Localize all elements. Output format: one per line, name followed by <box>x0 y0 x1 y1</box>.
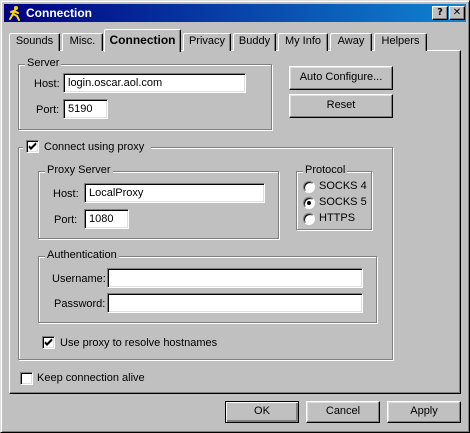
protocol-socks4-radio[interactable] <box>303 181 315 193</box>
authentication-legend: Authentication <box>45 249 119 261</box>
proxy-host-label: Host: <box>53 188 79 200</box>
help-button[interactable]: ? <box>432 6 448 20</box>
proxy-port-label: Port: <box>54 214 78 226</box>
tab-connection[interactable]: Connection <box>104 29 181 52</box>
resolve-hostnames-label[interactable]: Use proxy to resolve hostnames <box>60 337 217 349</box>
tab-privacy[interactable]: Privacy <box>183 33 231 51</box>
server-host-label: Host: <box>34 78 60 90</box>
aim-running-man-icon <box>7 5 23 21</box>
protocol-socks5-label[interactable]: SOCKS 5 <box>319 196 367 208</box>
tab-misc[interactable]: Misc. <box>62 33 103 51</box>
connection-dialog: Connection ? ✕ Sounds Misc. Connection P… <box>0 0 470 433</box>
server-port-input[interactable]: 5190 <box>63 99 108 119</box>
proxy-server-group: Proxy Server <box>38 164 279 239</box>
tab-helpers[interactable]: Helpers <box>374 33 427 51</box>
close-button[interactable]: ✕ <box>449 6 465 20</box>
auto-configure-button[interactable]: Auto Configure... <box>289 66 393 90</box>
proxy-server-legend: Proxy Server <box>45 164 113 176</box>
server-port-label: Port: <box>36 104 60 116</box>
checkmark-icon <box>44 338 53 346</box>
keep-connection-alive-label[interactable]: Keep connection alive <box>37 372 145 384</box>
window-title: Connection <box>26 6 92 20</box>
protocol-socks4-label[interactable]: SOCKS 4 <box>319 180 367 192</box>
password-label: Password: <box>54 298 106 310</box>
tab-sounds[interactable]: Sounds <box>9 33 60 51</box>
cancel-button[interactable]: Cancel <box>306 401 380 423</box>
protocol-https-radio[interactable] <box>303 213 315 225</box>
protocol-https-label[interactable]: HTTPS <box>319 212 355 224</box>
checkmark-icon <box>28 142 37 150</box>
protocol-legend: Protocol <box>303 164 348 176</box>
radio-selected-dot <box>307 201 311 205</box>
password-input[interactable] <box>107 293 363 313</box>
connect-using-proxy-label[interactable]: Connect using proxy <box>44 141 144 153</box>
tab-buddy[interactable]: Buddy <box>233 33 276 51</box>
reset-button[interactable]: Reset <box>289 94 393 118</box>
keep-connection-alive-checkbox[interactable] <box>20 372 33 385</box>
server-host-input[interactable]: login.oscar.aol.com <box>63 73 246 93</box>
resolve-hostnames-checkbox[interactable] <box>42 336 55 349</box>
proxy-host-input[interactable]: LocalProxy <box>84 183 265 203</box>
apply-button[interactable]: Apply <box>387 401 461 423</box>
title-bar[interactable]: Connection ? ✕ <box>4 4 466 22</box>
ok-button[interactable]: OK <box>225 401 299 423</box>
connect-using-proxy-checkbox[interactable] <box>26 140 39 153</box>
username-input[interactable] <box>107 268 363 288</box>
proxy-port-input[interactable]: 1080 <box>84 209 129 229</box>
server-legend: Server <box>25 57 62 69</box>
protocol-socks5-radio[interactable] <box>303 197 315 209</box>
username-label: Username: <box>52 273 106 285</box>
tab-away[interactable]: Away <box>330 33 372 51</box>
tab-my-info[interactable]: My Info <box>278 33 328 51</box>
